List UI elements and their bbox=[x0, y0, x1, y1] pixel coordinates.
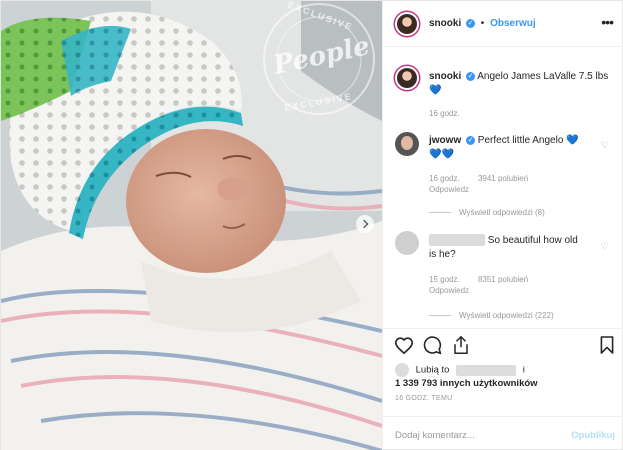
comment-time[interactable]: 15 godz. bbox=[429, 275, 460, 284]
reply-button[interactable]: Odpowiedz bbox=[429, 286, 469, 295]
blue-hearts-emoji: 💙💙 bbox=[429, 149, 454, 160]
avatar[interactable] bbox=[395, 12, 419, 36]
comment: So beautiful how old is he? bbox=[429, 234, 599, 262]
post-side-panel: snooki ✓ • Obserwuj ••• snooki ✓ Angelo … bbox=[382, 1, 623, 450]
caption-text: Angelo James LaValle 7.5 lbs bbox=[477, 71, 609, 82]
blurred-username bbox=[429, 234, 485, 247]
post-photo[interactable]: People EXCLUSIVE EXCLUSIVE bbox=[1, 1, 382, 450]
comment-like-icon[interactable]: ♡ bbox=[601, 140, 609, 151]
comment-avatar[interactable] bbox=[395, 132, 419, 156]
bookmark-icon[interactable] bbox=[599, 335, 615, 355]
blue-heart-emoji: 💙 bbox=[429, 85, 442, 96]
comment-like-icon[interactable]: ♡ bbox=[601, 241, 609, 252]
share-icon[interactable] bbox=[452, 335, 470, 355]
instagram-post: People EXCLUSIVE EXCLUSIVE snooki ✓ • Ob… bbox=[0, 0, 623, 450]
comments-list: snooki ✓ Angelo James LaValle 7.5 lbs 💙 … bbox=[383, 48, 623, 328]
likes-prefix: Lubią to bbox=[415, 364, 450, 376]
comment-text: So beautiful how old bbox=[487, 235, 578, 246]
comment-username[interactable]: jwoww bbox=[429, 135, 461, 146]
more-icon[interactable]: ••• bbox=[601, 14, 614, 30]
verified-icon: ✓ bbox=[466, 71, 476, 81]
view-replies-button[interactable]: Wyświetl odpowiedzi (8) bbox=[429, 208, 545, 217]
blurred-liker-name bbox=[456, 364, 517, 376]
comment-text: Perfect little Angelo 💙 bbox=[477, 135, 579, 146]
caption-time[interactable]: 16 godz. bbox=[429, 108, 460, 119]
comment-meta: 16 godz. 3941 polubień Odpowiedz bbox=[429, 173, 528, 195]
header-username[interactable]: snooki bbox=[429, 18, 461, 29]
action-bar bbox=[383, 328, 623, 360]
post-header: snooki ✓ • Obserwuj ••• bbox=[383, 1, 623, 47]
post-timestamp[interactable]: 16 GODZ. TEMU bbox=[395, 395, 452, 402]
next-photo-button[interactable] bbox=[356, 215, 374, 233]
comment-meta: 15 godz. 8351 polubień Odpowiedz bbox=[429, 274, 528, 296]
likes-suffix: i bbox=[522, 364, 525, 376]
likes-count[interactable]: 1 339 793 innych użytkowników bbox=[395, 378, 538, 389]
comment-avatar[interactable] bbox=[395, 231, 419, 255]
comment-time[interactable]: 16 godz. bbox=[429, 174, 460, 183]
caption-avatar[interactable] bbox=[395, 66, 419, 90]
comment-text-continued: is he? bbox=[429, 249, 456, 260]
add-comment-bar: Dodaj komentarz... Opublikuj bbox=[383, 416, 623, 450]
caption: snooki ✓ Angelo James LaValle 7.5 lbs 💙 bbox=[429, 70, 609, 98]
view-replies-button[interactable]: Wyświetl odpowiedzi (222) bbox=[429, 311, 554, 320]
reply-button[interactable]: Odpowiedz bbox=[429, 185, 469, 194]
liker-avatar bbox=[395, 363, 409, 377]
verified-icon: ✓ bbox=[466, 135, 476, 145]
comment: jwoww ✓ Perfect little Angelo 💙 💙💙 bbox=[429, 134, 599, 162]
separator-dot: • bbox=[480, 18, 485, 29]
likes-summary: Lubią to i 1 339 793 innych użytkowników bbox=[395, 363, 538, 390]
comment-likes[interactable]: 3941 polubień bbox=[478, 174, 528, 183]
comment-icon[interactable] bbox=[423, 336, 442, 355]
comment-likes[interactable]: 8351 polubień bbox=[478, 275, 528, 284]
caption-username[interactable]: snooki bbox=[429, 71, 461, 82]
verified-icon: ✓ bbox=[466, 18, 476, 28]
follow-button[interactable]: Obserwuj bbox=[490, 18, 536, 29]
comment-input[interactable]: Dodaj komentarz... bbox=[395, 430, 475, 441]
heart-icon[interactable] bbox=[394, 336, 414, 354]
publish-button[interactable]: Opublikuj bbox=[571, 430, 615, 441]
